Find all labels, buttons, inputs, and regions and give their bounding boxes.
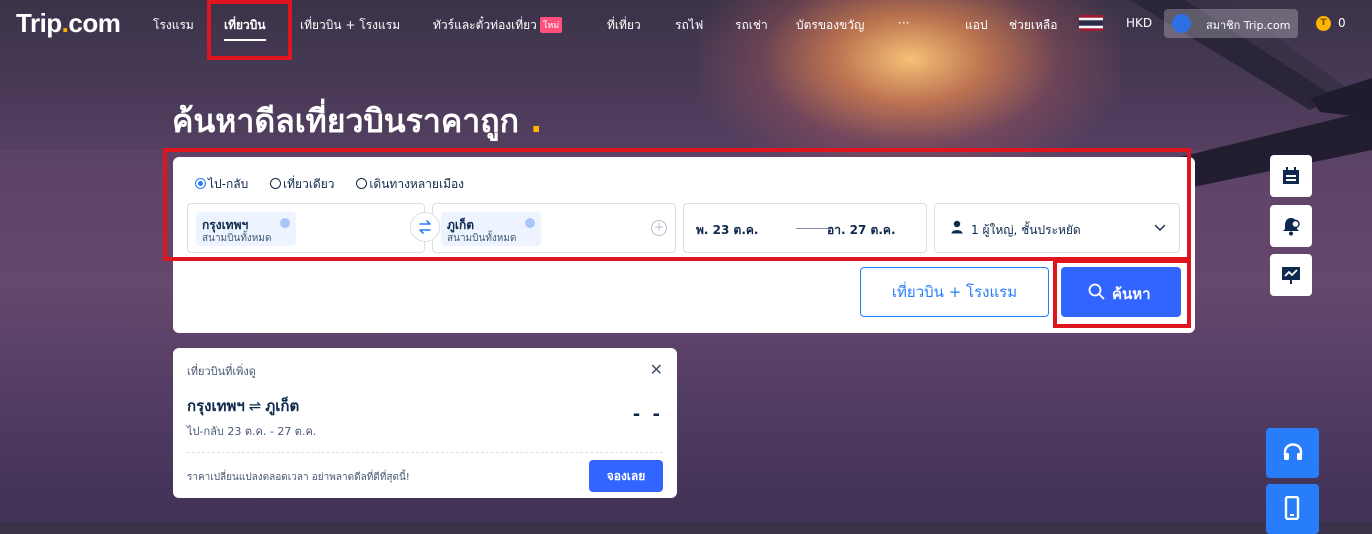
- price-trend-tool-button[interactable]: [1270, 254, 1312, 296]
- add-destination-icon[interactable]: +: [651, 220, 667, 236]
- swap-cities-button[interactable]: [410, 212, 440, 242]
- destination-city-chip[interactable]: ภูเก็ต สนามบินทั้งหมด: [441, 212, 541, 246]
- search-icon: [1088, 283, 1105, 300]
- close-icon[interactable]: ✕: [650, 360, 663, 379]
- nav-more[interactable]: ···: [898, 16, 909, 30]
- nav-flight-hotel[interactable]: เที่ยวบิน + โรงแรม: [300, 16, 400, 35]
- recent-route[interactable]: กรุงเทพฯ ⇌ ภูเก็ต: [187, 394, 299, 418]
- nav-app[interactable]: แอป: [965, 16, 988, 35]
- radio-multi-city[interactable]: เดินทางหลายเมือง: [356, 175, 464, 194]
- recent-origin: กรุงเทพฯ: [187, 397, 245, 415]
- search-button[interactable]: ค้นหา: [1061, 267, 1181, 317]
- origin-city-chip[interactable]: กรุงเทพฯ สนามบินทั้งหมด: [196, 212, 296, 246]
- chevron-down-icon: [1154, 224, 1166, 231]
- return-date[interactable]: อา. 27 ต.ค.: [827, 221, 896, 240]
- divider: [187, 452, 663, 453]
- trip-logo[interactable]: Trip.com: [16, 8, 121, 39]
- phone-icon: [1284, 496, 1300, 520]
- currency-selector[interactable]: HKD: [1126, 16, 1152, 30]
- nav-flights[interactable]: เที่ยวบิน: [224, 16, 266, 41]
- nav-tours-label: ทัวร์และตั๋วท่องเที่ยว: [433, 18, 537, 32]
- depart-date[interactable]: พ. 23 ต.ค.: [696, 221, 758, 240]
- recent-price: - -: [632, 404, 663, 425]
- trip-type-group: ไป-กลับ เที่ยวเดียว เดินทางหลายเมือง: [195, 175, 482, 194]
- nav-gift-cards[interactable]: บัตรของขวัญ: [796, 16, 864, 35]
- remove-destination-icon[interactable]: [525, 218, 535, 228]
- top-nav: Trip.com โรงแรม เที่ยวบิน เที่ยวบิน + โร…: [0, 0, 1372, 48]
- mobile-app-button[interactable]: [1266, 484, 1319, 534]
- price-change-note: ราคาเปลี่ยนแปลงตลอดเวลา อย่าพลาดดีลที่ดี…: [187, 472, 410, 483]
- radio-one-way[interactable]: เที่ยวเดียว: [270, 175, 335, 194]
- coin-count[interactable]: 0: [1338, 16, 1346, 30]
- swap-icon: [419, 220, 431, 234]
- thai-flag-icon[interactable]: [1079, 15, 1103, 31]
- page-title: ค้นหาดีลเที่ยวบินราคาถูก .: [172, 102, 543, 140]
- member-label: สมาชิก Trip.com: [1206, 19, 1291, 32]
- recent-trip-details: ไป-กลับ 23 ต.ค. - 27 ต.ค.: [187, 425, 317, 438]
- round-trip-arrow-icon: ⇌: [248, 397, 262, 415]
- origin-field[interactable]: กรุงเทพฯ สนามบินทั้งหมด: [187, 203, 425, 253]
- recently-viewed-card: เที่ยวบินที่เพิ่งดู ✕ กรุงเทพฯ ⇌ ภูเก็ต ไป…: [173, 348, 677, 498]
- nav-attractions[interactable]: ที่เที่ยว: [607, 16, 641, 35]
- remove-origin-icon[interactable]: [280, 218, 290, 228]
- nav-help[interactable]: ช่วยเหลือ: [1009, 16, 1058, 35]
- nav-hotels[interactable]: โรงแรม: [153, 16, 194, 35]
- recently-viewed-heading: เที่ยวบินที่เพิ่งดู: [187, 365, 256, 378]
- nav-trains[interactable]: รถไฟ: [675, 16, 703, 35]
- search-button-label: ค้นหา: [1112, 285, 1151, 303]
- destination-field[interactable]: ภูเก็ต สนามบินทั้งหมด +: [432, 203, 676, 253]
- calendar-icon: [1283, 167, 1299, 184]
- recent-destination: ภูเก็ต: [265, 397, 300, 415]
- origin-airport: สนามบินทั้งหมด: [202, 233, 272, 244]
- book-now-button[interactable]: จองเลย: [589, 460, 663, 492]
- trip-coin-icon: T: [1316, 16, 1331, 31]
- headset-icon: [1283, 443, 1303, 460]
- passenger-class-field[interactable]: 1 ผู้ใหญ่, ชั้นประหยัด: [934, 203, 1180, 253]
- flight-hotel-button[interactable]: เที่ยวบิน + โรงแรม: [860, 267, 1049, 317]
- new-badge: ใหม่: [539, 17, 563, 33]
- trend-chart-icon: [1282, 267, 1300, 284]
- destination-airport: สนามบินทั้งหมด: [447, 233, 517, 244]
- person-icon: [951, 220, 963, 234]
- member-login-button[interactable]: สมาชิก Trip.com: [1164, 9, 1298, 38]
- bell-alert-icon: [1283, 218, 1300, 236]
- nav-car-rental[interactable]: รถเช่า: [735, 16, 768, 35]
- user-avatar-icon: [1172, 14, 1191, 33]
- flight-search-card: ไป-กลับ เที่ยวเดียว เดินทางหลายเมือง กรุ…: [173, 157, 1195, 333]
- date-range-field[interactable]: พ. 23 ต.ค. อา. 27 ต.ค.: [683, 203, 927, 253]
- customer-support-button[interactable]: [1266, 428, 1319, 478]
- price-alert-tool-button[interactable]: [1270, 205, 1312, 247]
- nav-tours-tickets[interactable]: ทัวร์และตั๋วท่องเที่ยว ใหม่: [433, 16, 563, 35]
- calendar-tool-button[interactable]: [1270, 155, 1312, 197]
- radio-round-trip[interactable]: ไป-กลับ: [195, 175, 248, 194]
- passenger-summary: 1 ผู้ใหญ่, ชั้นประหยัด: [971, 223, 1081, 237]
